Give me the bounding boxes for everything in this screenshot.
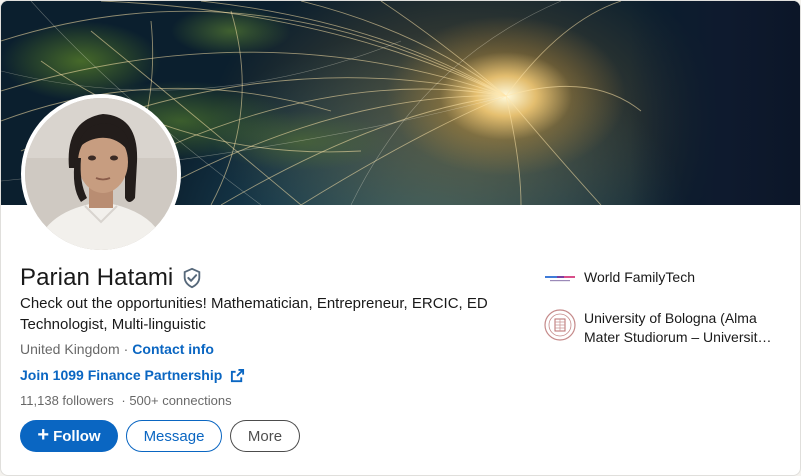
followers-row: 11,138 followers · 500+ connections (20, 393, 232, 408)
org-item-university-of-bologna[interactable]: University of Bologna (Alma Mater Studio… (544, 309, 784, 347)
org-name: University of Bologna (Alma Mater Studio… (584, 310, 772, 345)
university-seal-logo (544, 309, 576, 341)
more-button[interactable]: More (230, 420, 300, 452)
separator-dot: · (123, 341, 129, 357)
external-link-icon (230, 368, 245, 383)
website-link[interactable]: Join 1099 Finance Partnership (20, 367, 245, 383)
message-button[interactable]: Message (126, 420, 222, 452)
avatar-photo (25, 98, 177, 250)
plus-icon: + (37, 424, 50, 446)
followers-count[interactable]: 11,138 followers (20, 393, 114, 408)
connections-count: 500+ connections (129, 393, 232, 408)
separator-dot: · (121, 393, 126, 408)
message-label: Message (143, 427, 205, 445)
profile-name: Parian Hatami (20, 264, 174, 291)
org-name: World FamilyTech (584, 269, 695, 285)
profile-location-row: United Kingdom · Contact info (20, 341, 214, 357)
location-text: United Kingdom (20, 341, 120, 357)
profile-card: Parian Hatami Check out the opportunitie… (0, 0, 801, 476)
website-label: Join 1099 Finance Partnership (20, 367, 223, 383)
profile-avatar[interactable] (21, 94, 181, 254)
profile-name-row: Parian Hatami (20, 264, 203, 292)
contact-info-link[interactable]: Contact info (132, 341, 214, 357)
org-item-worldfamilytech[interactable]: World FamilyTech (544, 263, 784, 295)
profile-headline: Check out the opportunities! Mathematici… (20, 295, 488, 333)
more-label: More (247, 427, 283, 445)
follow-label: Follow (53, 427, 101, 445)
verified-shield-icon[interactable] (181, 267, 203, 289)
follow-button[interactable]: + Follow (20, 420, 118, 452)
organizations-list: World FamilyTech University of Bologna (… (544, 263, 784, 361)
worldfamilytech-logo (544, 263, 576, 295)
profile-actions: + Follow Message More (20, 420, 300, 452)
